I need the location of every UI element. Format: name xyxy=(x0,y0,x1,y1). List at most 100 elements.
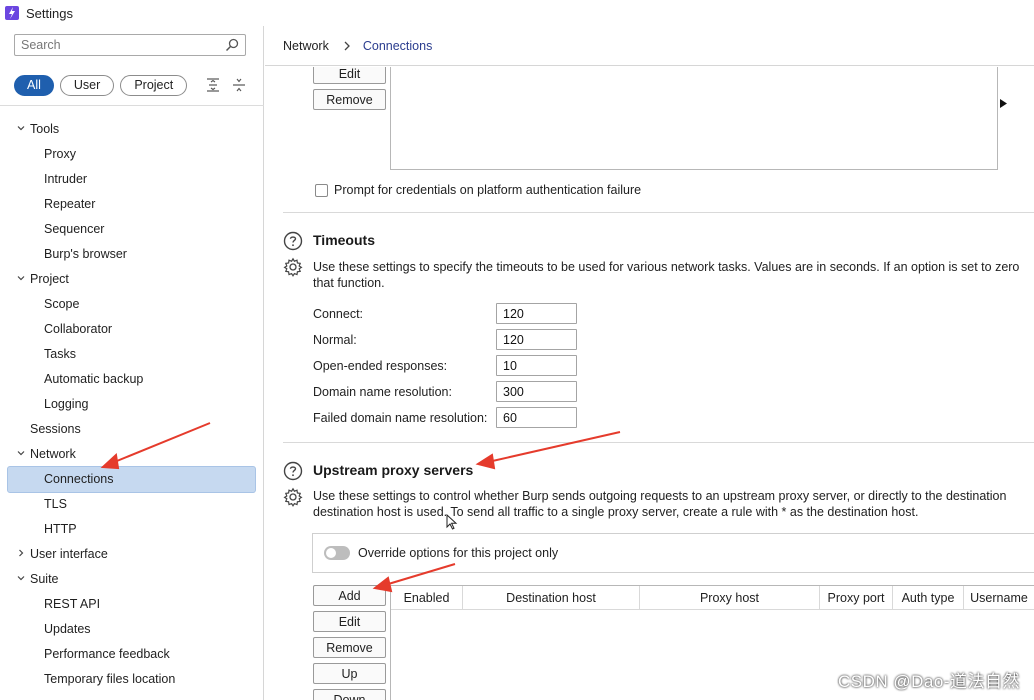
tree-category-suite[interactable]: Suite xyxy=(0,566,264,591)
search-input[interactable] xyxy=(15,35,215,55)
upstream-proxy-title: Upstream proxy servers xyxy=(313,462,474,478)
tree-label: Sessions xyxy=(30,421,81,436)
settings-panel: Edit Remove Prompt for credentials on pl… xyxy=(265,67,1034,700)
tree-label: Performance feedback xyxy=(44,646,170,661)
tree-item-repeater[interactable]: Repeater xyxy=(0,191,264,216)
column-destination-host[interactable]: Destination host xyxy=(463,586,640,610)
tree-item-updates[interactable]: Updates xyxy=(0,616,264,641)
gear-icon[interactable] xyxy=(283,257,303,277)
collapse-all-icon[interactable] xyxy=(231,77,247,93)
upstream-desc-line: Use these settings to control whether Bu… xyxy=(313,489,1007,503)
upstream-remove-button[interactable]: Remove xyxy=(313,637,386,658)
tree-item-logging[interactable]: Logging xyxy=(0,391,264,416)
tree-label: User interface xyxy=(30,546,108,561)
upstream-desc-line: destination host is used. To send all tr… xyxy=(313,505,919,519)
tree-item-burps-browser[interactable]: Burp's browser xyxy=(0,241,264,266)
tree-label: Collaborator xyxy=(44,321,113,336)
tree-category-sessions[interactable]: Sessions xyxy=(0,416,264,441)
override-label: Override options for this project only xyxy=(358,546,559,560)
platform-auth-remove-button[interactable]: Remove xyxy=(313,89,386,110)
tree-label: Project xyxy=(30,271,69,286)
chevron-right-icon[interactable] xyxy=(16,548,26,558)
tree-item-performance-feedback[interactable]: Performance feedback xyxy=(0,641,264,666)
tree-category-tools[interactable]: Tools xyxy=(0,116,264,141)
override-toggle[interactable] xyxy=(324,546,350,560)
platform-auth-table[interactable] xyxy=(390,67,998,170)
tree-label: Tasks xyxy=(44,346,76,361)
gear-icon[interactable] xyxy=(283,487,303,507)
column-proxy-host[interactable]: Proxy host xyxy=(640,586,820,610)
expand-all-icon[interactable] xyxy=(205,77,221,93)
override-options-panel: Override options for this project only xyxy=(312,533,1034,573)
filter-user-button[interactable]: User xyxy=(59,74,115,96)
upstream-down-button[interactable]: Down xyxy=(313,689,386,700)
column-auth-type[interactable]: Auth type xyxy=(893,586,964,610)
prompt-credentials-row[interactable]: Prompt for credentials on platform authe… xyxy=(315,182,641,198)
expand-arrow-icon[interactable] xyxy=(1000,99,1007,108)
breadcrumb: Network Connections xyxy=(265,26,1034,66)
normal-label: Normal: xyxy=(313,333,357,347)
breadcrumb-network[interactable]: Network xyxy=(283,39,329,53)
tree-item-temporary-files-location[interactable]: Temporary files location xyxy=(0,666,264,691)
tree-label: Suite xyxy=(30,571,59,586)
connect-timeout-input[interactable] xyxy=(496,303,577,324)
column-enabled[interactable]: Enabled xyxy=(391,586,463,610)
tree-item-automatic-backup[interactable]: Automatic backup xyxy=(0,366,264,391)
chevron-down-icon[interactable] xyxy=(16,273,26,283)
filter-all-button[interactable]: All xyxy=(14,74,54,96)
open-ended-label: Open-ended responses: xyxy=(313,359,448,373)
sidebar-divider xyxy=(0,105,264,106)
settings-tree: Tools Proxy Intruder Repeater Sequencer … xyxy=(0,116,264,691)
tree-item-tasks[interactable]: Tasks xyxy=(0,341,264,366)
tree-category-project[interactable]: Project xyxy=(0,266,264,291)
tree-label: Tools xyxy=(30,121,60,136)
tree-item-rest-api[interactable]: REST API xyxy=(0,591,264,616)
column-username[interactable]: Username xyxy=(964,586,1034,610)
timeouts-description: Use these settings to specify the timeou… xyxy=(313,259,1034,291)
tree-label: Proxy xyxy=(44,146,76,161)
upstream-up-button[interactable]: Up xyxy=(313,663,386,684)
upstream-edit-button[interactable]: Edit xyxy=(313,611,386,632)
normal-timeout-input[interactable] xyxy=(496,329,577,350)
tree-label: Network xyxy=(30,446,76,461)
chevron-down-icon[interactable] xyxy=(16,448,26,458)
tree-item-sequencer[interactable]: Sequencer xyxy=(0,216,264,241)
tree-label: Temporary files location xyxy=(44,671,176,686)
tree-category-user-interface[interactable]: User interface xyxy=(0,541,264,566)
search-icon[interactable] xyxy=(225,38,239,52)
tree-label: REST API xyxy=(44,596,101,611)
tree-label: HTTP xyxy=(44,521,77,536)
tree-label: Automatic backup xyxy=(44,371,144,386)
failed-domain-resolution-timeout-input[interactable] xyxy=(496,407,577,428)
chevron-down-icon[interactable] xyxy=(16,123,26,133)
help-icon[interactable] xyxy=(283,231,303,251)
platform-auth-edit-button[interactable]: Edit xyxy=(313,67,386,84)
watermark: CSDN @Dao-道法自然 xyxy=(838,672,1020,691)
tree-label: Scope xyxy=(44,296,80,311)
tree-item-proxy[interactable]: Proxy xyxy=(0,141,264,166)
prompt-credentials-checkbox[interactable] xyxy=(315,183,328,197)
tree-item-http[interactable]: HTTP xyxy=(0,516,264,541)
tree-item-intruder[interactable]: Intruder xyxy=(0,166,264,191)
tree-item-scope[interactable]: Scope xyxy=(0,291,264,316)
tree-label: Logging xyxy=(44,396,89,411)
search-box[interactable] xyxy=(14,34,246,56)
tree-item-collaborator[interactable]: Collaborator xyxy=(0,316,264,341)
help-icon[interactable] xyxy=(283,461,303,481)
tree-category-network[interactable]: Network xyxy=(0,441,264,466)
column-proxy-port[interactable]: Proxy port xyxy=(820,586,893,610)
open-ended-timeout-input[interactable] xyxy=(496,355,577,376)
tree-item-tls[interactable]: TLS xyxy=(0,491,264,516)
timeouts-title: Timeouts xyxy=(313,232,375,248)
window-title: Settings xyxy=(26,5,73,21)
tree-label: TLS xyxy=(44,496,67,511)
upstream-proxy-description: Use these settings to control whether Bu… xyxy=(313,488,1034,520)
filter-project-button[interactable]: Project xyxy=(120,74,188,96)
chevron-down-icon[interactable] xyxy=(16,573,26,583)
timeouts-desc-line: that function. xyxy=(313,276,385,290)
domain-resolution-timeout-input[interactable] xyxy=(496,381,577,402)
tree-label: Burp's browser xyxy=(44,246,127,261)
upstream-add-button[interactable]: Add xyxy=(313,585,386,606)
tree-item-connections[interactable]: Connections xyxy=(0,466,264,493)
title-bar: Settings xyxy=(0,0,1034,26)
